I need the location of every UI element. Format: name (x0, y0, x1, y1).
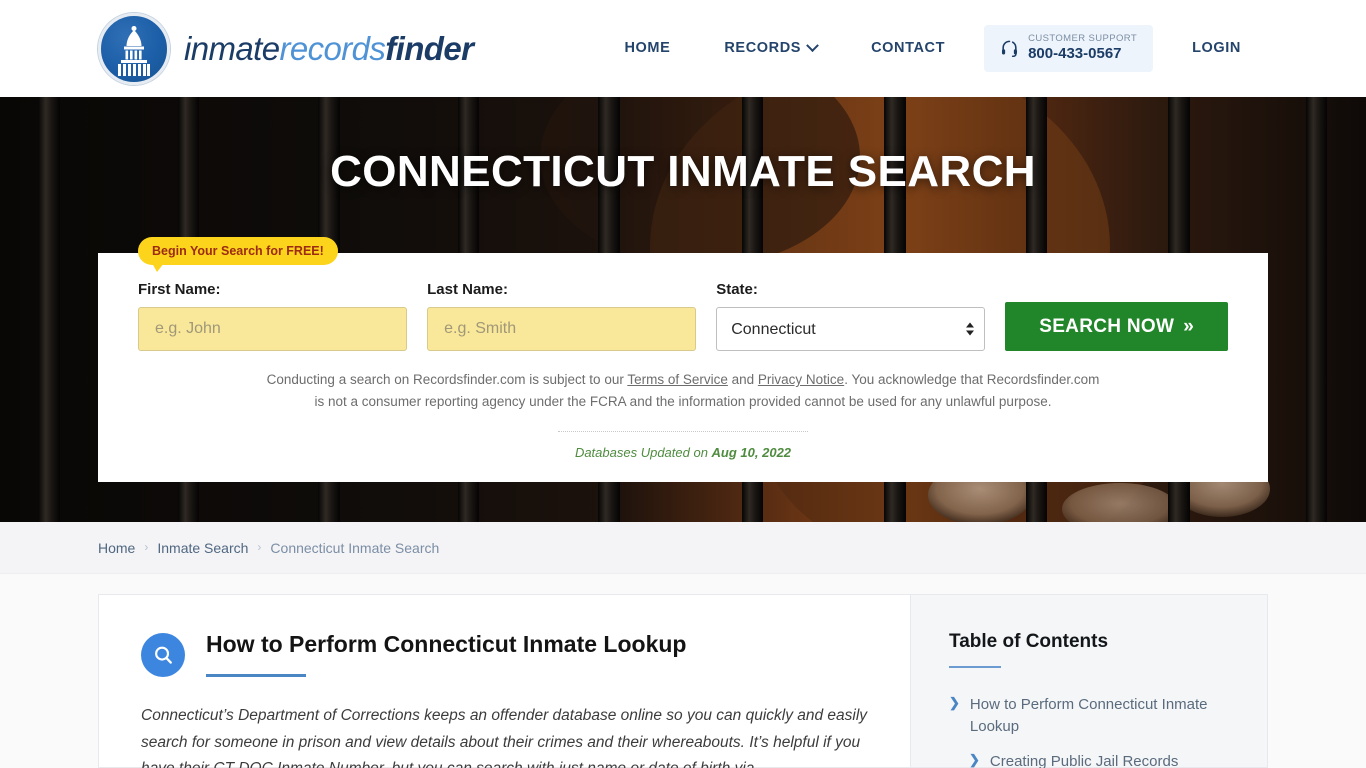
breadcrumb-separator-icon: › (257, 539, 262, 554)
state-label: State: (716, 281, 758, 298)
state-select[interactable]: Connecticut (716, 307, 986, 351)
nav-item-records-label: RECORDS (724, 40, 802, 57)
toc-underline (949, 666, 1001, 668)
disclaimer-part-2: and (727, 372, 758, 387)
inmate-search-form-card: Begin Your Search for FREE! First Name: … (98, 237, 1268, 482)
free-search-badge: Begin Your Search for FREE! (138, 237, 338, 272)
breadcrumb-item-current: Connecticut Inmate Search (270, 539, 440, 556)
search-now-label: SEARCH NOW (1039, 315, 1175, 337)
site-header: inmaterecordsfinder HOME RECORDS CONTACT… (0, 0, 1366, 97)
search-now-button[interactable]: SEARCH NOW » (1005, 302, 1228, 351)
nav-item-records[interactable]: RECORDS (697, 30, 844, 66)
article-paragraph: Connecticut’s Department of Corrections … (141, 707, 868, 768)
last-name-label: Last Name: (427, 281, 508, 298)
logo-word-records: records (279, 30, 386, 67)
dotted-divider (558, 431, 808, 432)
nav-item-contact-label: CONTACT (871, 40, 946, 57)
capitol-dome-icon (98, 12, 170, 85)
customer-support-phone: 800-433-0567 (1028, 45, 1122, 63)
state-field-group: State: Connecticut (716, 281, 986, 351)
chevron-down-icon (806, 39, 819, 53)
databases-updated-date: Aug 10, 2022 (711, 445, 792, 460)
content-grid: How to Perform Connecticut Inmate Lookup… (98, 594, 1268, 768)
toc-item[interactable]: ❯ Creating Public Jail Records (949, 751, 1237, 768)
toc-link-how-to-perform[interactable]: How to Perform Connecticut Inmate Lookup (970, 694, 1237, 738)
chevron-right-icon: ❯ (949, 695, 960, 710)
hero-title: CONNECTICUT INMATE SEARCH (330, 147, 1036, 196)
title-underline (206, 673, 306, 677)
last-name-input[interactable] (427, 307, 697, 351)
nav-item-login-label: LOGIN (1192, 40, 1241, 57)
chevron-right-icon: ❯ (969, 752, 980, 768)
search-form-row: First Name: Last Name: State: Connecticu… (138, 281, 1228, 351)
nav-item-home[interactable]: HOME (597, 30, 697, 66)
breadcrumb-item-home[interactable]: Home (98, 540, 135, 556)
privacy-notice-link[interactable]: Privacy Notice (758, 372, 844, 387)
databases-updated-note: Databases Updated on Aug 10, 2022 (138, 445, 1228, 460)
toc-link-creating-public-jail-records[interactable]: Creating Public Jail Records (990, 751, 1178, 768)
breadcrumb-separator-icon: › (144, 539, 149, 554)
table-of-contents: Table of Contents ❯ How to Perform Conne… (910, 595, 1267, 768)
page-title: How to Perform Connecticut Inmate Lookup (206, 631, 687, 657)
page-content: How to Perform Connecticut Inmate Lookup… (0, 574, 1366, 768)
first-name-input[interactable] (138, 307, 408, 351)
main-navigation: HOME RECORDS CONTACT CUSTOMER SUPPORT 80… (597, 25, 1268, 72)
logo-wordmark: inmaterecordsfinder (184, 30, 474, 67)
nav-item-home-label: HOME (624, 40, 671, 57)
logo-word-inmate: inmate (184, 30, 280, 67)
first-name-label: First Name: (138, 281, 221, 298)
toc-heading: Table of Contents (949, 631, 1109, 652)
double-chevron-right-icon: » (1183, 315, 1195, 337)
hero-section: CONNECTICUT INMATE SEARCH Begin Your Sea… (0, 97, 1366, 522)
article-header: How to Perform Connecticut Inmate Lookup (141, 631, 870, 677)
logo-word-finder: finder (385, 30, 474, 67)
toc-list: ❯ How to Perform Connecticut Inmate Look… (949, 694, 1237, 768)
nav-item-contact[interactable]: CONTACT (844, 30, 972, 66)
last-name-field-group: Last Name: (427, 281, 697, 351)
customer-support-block[interactable]: CUSTOMER SUPPORT 800-433-0567 (984, 25, 1154, 72)
disclaimer-part-1: Conducting a search on Recordsfinder.com… (266, 372, 628, 387)
site-logo[interactable]: inmaterecordsfinder (98, 12, 474, 85)
toc-item[interactable]: ❯ How to Perform Connecticut Inmate Look… (949, 694, 1237, 738)
search-disclaimer: Conducting a search on Recordsfinder.com… (263, 369, 1103, 413)
article-section: How to Perform Connecticut Inmate Lookup… (99, 595, 910, 768)
search-icon (141, 633, 185, 677)
breadcrumb: Home › Inmate Search › Connecticut Inmat… (0, 522, 1366, 574)
breadcrumb-item-inmate-search[interactable]: Inmate Search (157, 540, 248, 556)
nav-item-login[interactable]: LOGIN (1165, 30, 1268, 66)
headset-icon (1002, 40, 1018, 58)
terms-of-service-link[interactable]: Terms of Service (627, 372, 728, 387)
databases-updated-prefix: Databases Updated on (574, 445, 712, 460)
first-name-field-group: First Name: (138, 281, 408, 351)
customer-support-label: CUSTOMER SUPPORT (1028, 33, 1138, 45)
